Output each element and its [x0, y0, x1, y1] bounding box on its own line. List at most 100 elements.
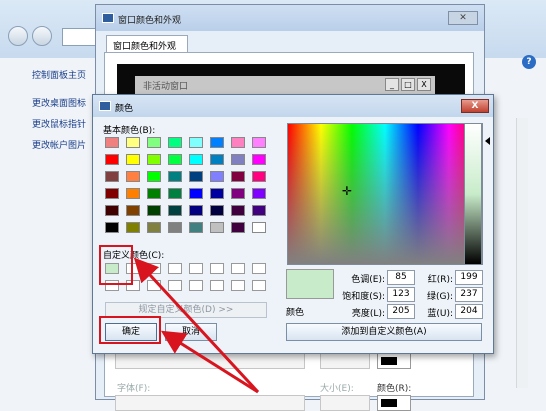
blue-field[interactable]: 204: [455, 304, 483, 319]
item-color-button[interactable]: [377, 353, 411, 369]
custom-color-swatch[interactable]: [168, 263, 182, 274]
blue-label: 蓝(U):: [427, 309, 453, 319]
basic-color-swatch[interactable]: [147, 171, 161, 182]
luminance-field[interactable]: 205: [387, 304, 415, 319]
basic-color-swatch[interactable]: [252, 222, 266, 233]
basic-color-swatch[interactable]: [231, 171, 245, 182]
basic-color-swatch[interactable]: [189, 154, 203, 165]
custom-color-swatch[interactable]: [147, 263, 161, 274]
basic-color-swatch[interactable]: [252, 188, 266, 199]
basic-color-swatch[interactable]: [252, 205, 266, 216]
item-select[interactable]: [115, 353, 305, 369]
basic-color-swatch[interactable]: [126, 188, 140, 199]
luminance-slider[interactable]: [464, 123, 482, 265]
red-field[interactable]: 199: [455, 270, 483, 285]
add-to-custom-colors-button[interactable]: 添加到自定义颜色(A): [286, 323, 482, 341]
basic-color-swatch[interactable]: [210, 205, 224, 216]
custom-color-swatch[interactable]: [189, 280, 203, 291]
basic-color-swatch[interactable]: [105, 171, 119, 182]
basic-color-swatch[interactable]: [252, 171, 266, 182]
basic-color-swatch[interactable]: [168, 222, 182, 233]
item-size-field[interactable]: [320, 353, 370, 369]
basic-color-swatch[interactable]: [231, 154, 245, 165]
color-dialog-close-button[interactable]: X: [461, 99, 489, 113]
custom-color-swatch[interactable]: [189, 263, 203, 274]
tab-window-color[interactable]: 窗口颜色和外观: [106, 35, 188, 53]
appearance-title: 窗口颜色和外观: [118, 16, 182, 26]
appearance-title-bar: 窗口颜色和外观 ✕: [96, 5, 484, 31]
basic-color-swatch[interactable]: [105, 188, 119, 199]
basic-color-swatch[interactable]: [231, 205, 245, 216]
back-button[interactable]: [8, 26, 28, 46]
font-size-field[interactable]: [320, 395, 370, 411]
color-spectrum[interactable]: [287, 123, 483, 265]
basic-color-swatch[interactable]: [168, 188, 182, 199]
basic-color-swatch[interactable]: [147, 222, 161, 233]
basic-color-swatch[interactable]: [210, 171, 224, 182]
custom-color-swatch[interactable]: [168, 280, 182, 291]
basic-color-swatch[interactable]: [147, 154, 161, 165]
sidebar-link-account-picture[interactable]: 更改帐户图片: [32, 138, 86, 151]
basic-color-swatch[interactable]: [105, 137, 119, 148]
basic-color-swatch[interactable]: [126, 137, 140, 148]
saturation-label: 饱和度(S):: [342, 292, 385, 302]
basic-color-swatch[interactable]: [147, 188, 161, 199]
hue-label: 色调(E):: [351, 275, 385, 285]
basic-color-swatch[interactable]: [126, 222, 140, 233]
basic-color-swatch[interactable]: [105, 205, 119, 216]
basic-color-swatch[interactable]: [231, 188, 245, 199]
basic-color-swatch[interactable]: [147, 137, 161, 148]
basic-color-swatch[interactable]: [147, 205, 161, 216]
basic-color-swatch[interactable]: [126, 205, 140, 216]
basic-color-swatch[interactable]: [168, 205, 182, 216]
basic-color-swatch[interactable]: [189, 137, 203, 148]
hue-field[interactable]: 85: [387, 270, 415, 285]
saturation-field[interactable]: 123: [387, 287, 415, 302]
custom-color-swatch[interactable]: [231, 280, 245, 291]
custom-color-swatch[interactable]: [210, 280, 224, 291]
basic-color-swatch[interactable]: [252, 137, 266, 148]
basic-color-swatch[interactable]: [189, 188, 203, 199]
basic-colors-grid: [105, 137, 271, 233]
basic-colors-label: 基本颜色(B):: [103, 126, 156, 136]
basic-color-swatch[interactable]: [168, 154, 182, 165]
font-color-button[interactable]: [377, 395, 411, 411]
custom-color-swatch[interactable]: [231, 263, 245, 274]
address-bar[interactable]: [62, 28, 98, 46]
color-dialog-icon: [99, 101, 111, 111]
basic-color-swatch[interactable]: [105, 154, 119, 165]
basic-color-swatch[interactable]: [231, 137, 245, 148]
green-field[interactable]: 237: [455, 287, 483, 302]
custom-color-swatch[interactable]: [252, 280, 266, 291]
basic-color-swatch[interactable]: [105, 222, 119, 233]
custom-color-swatch[interactable]: [210, 263, 224, 274]
crosshair-icon[interactable]: ✛: [342, 184, 352, 198]
cancel-button[interactable]: 取消: [165, 323, 217, 341]
forward-button[interactable]: [32, 26, 52, 46]
basic-color-swatch[interactable]: [168, 137, 182, 148]
basic-color-swatch[interactable]: [210, 222, 224, 233]
inactive-minimize-icon: _: [385, 78, 399, 91]
basic-color-swatch[interactable]: [126, 154, 140, 165]
basic-color-swatch[interactable]: [189, 171, 203, 182]
inactive-maximize-icon: □: [401, 78, 415, 91]
help-icon[interactable]: ?: [522, 55, 536, 69]
font-select[interactable]: [115, 395, 305, 411]
basic-color-swatch[interactable]: [189, 222, 203, 233]
custom-color-swatch[interactable]: [252, 263, 266, 274]
basic-color-swatch[interactable]: [231, 222, 245, 233]
basic-color-swatch[interactable]: [168, 171, 182, 182]
appearance-close-button[interactable]: ✕: [448, 11, 478, 25]
basic-color-swatch[interactable]: [210, 188, 224, 199]
basic-color-swatch[interactable]: [126, 171, 140, 182]
luminance-arrow-icon[interactable]: [485, 137, 490, 145]
basic-color-swatch[interactable]: [252, 154, 266, 165]
basic-color-swatch[interactable]: [210, 137, 224, 148]
sidebar-link-desktop-icons[interactable]: 更改桌面图标: [32, 96, 86, 109]
basic-color-swatch[interactable]: [210, 154, 224, 165]
sidebar-link-home[interactable]: 控制面板主页: [32, 68, 86, 81]
custom-color-swatch[interactable]: [147, 280, 161, 291]
basic-color-swatch[interactable]: [189, 205, 203, 216]
sidebar-link-mouse-pointer[interactable]: 更改鼠标指针: [32, 117, 86, 130]
background-scrollbar[interactable]: [516, 118, 528, 388]
